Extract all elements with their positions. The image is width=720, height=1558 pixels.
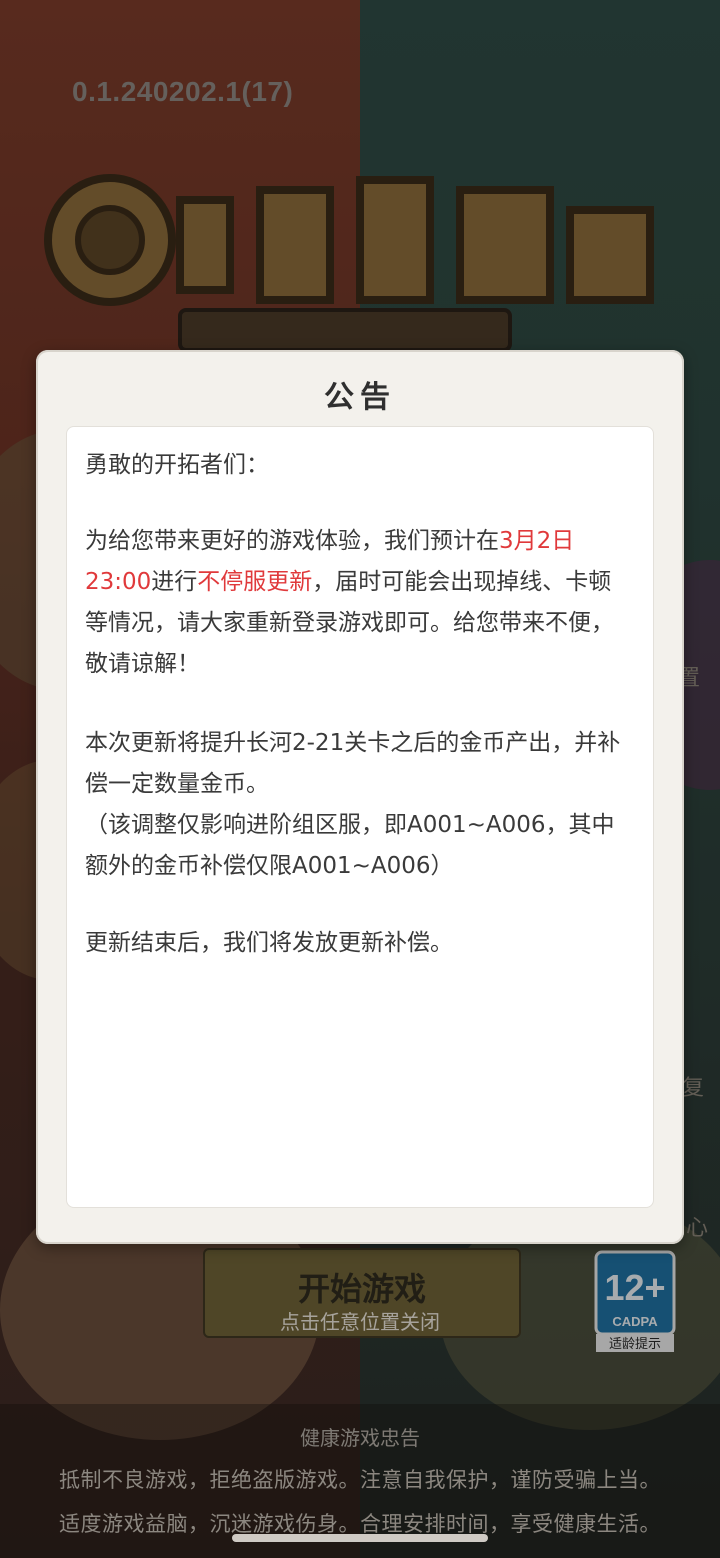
- dialog-title: 公告: [324, 380, 396, 415]
- paragraph-text: 为给您带来更好的游戏体验，我们预计在: [85, 528, 499, 554]
- paragraph-text: 进行: [151, 569, 198, 595]
- update-type-highlight: 不停服更新: [197, 569, 313, 595]
- announcement-content[interactable]: 勇敢的开拓者们： 为给您带来更好的游戏体验，我们预计在3月2日23:00进行不停…: [66, 426, 654, 1208]
- announcement-paragraph: 更新结束后，我们将发放更新补偿。: [85, 930, 453, 956]
- game-launch-screen[interactable]: 0.1.240202.1(17) 置 复 心 开始游戏 点击任意位置关闭 12+…: [0, 0, 720, 1558]
- announcement-dialog: 公告 勇敢的开拓者们： 为给您带来更好的游戏体验，我们预计在3月2日23:00进…: [36, 350, 684, 1244]
- health-notice-title: 健康游戏忠告: [300, 1426, 420, 1450]
- announcement-paragraph: 为给您带来更好的游戏体验，我们预计在3月2日23:00进行不停服更新，届时可能会…: [85, 521, 633, 685]
- greeting-text: 勇敢的开拓者们：: [85, 452, 269, 478]
- health-notice-line: 抵制不良游戏，拒绝盗版游戏。注意自我保护，谨防受骗上当。: [59, 1468, 661, 1492]
- announcement-paragraph: （该调整仅影响进阶组区服，即A001~A006，其中额外的金币补偿仅限A001~…: [85, 812, 615, 879]
- home-indicator[interactable]: [232, 1534, 488, 1542]
- announcement-paragraph: 本次更新将提升长河2-21关卡之后的金币产出，并补偿一定数量金币。: [85, 730, 621, 797]
